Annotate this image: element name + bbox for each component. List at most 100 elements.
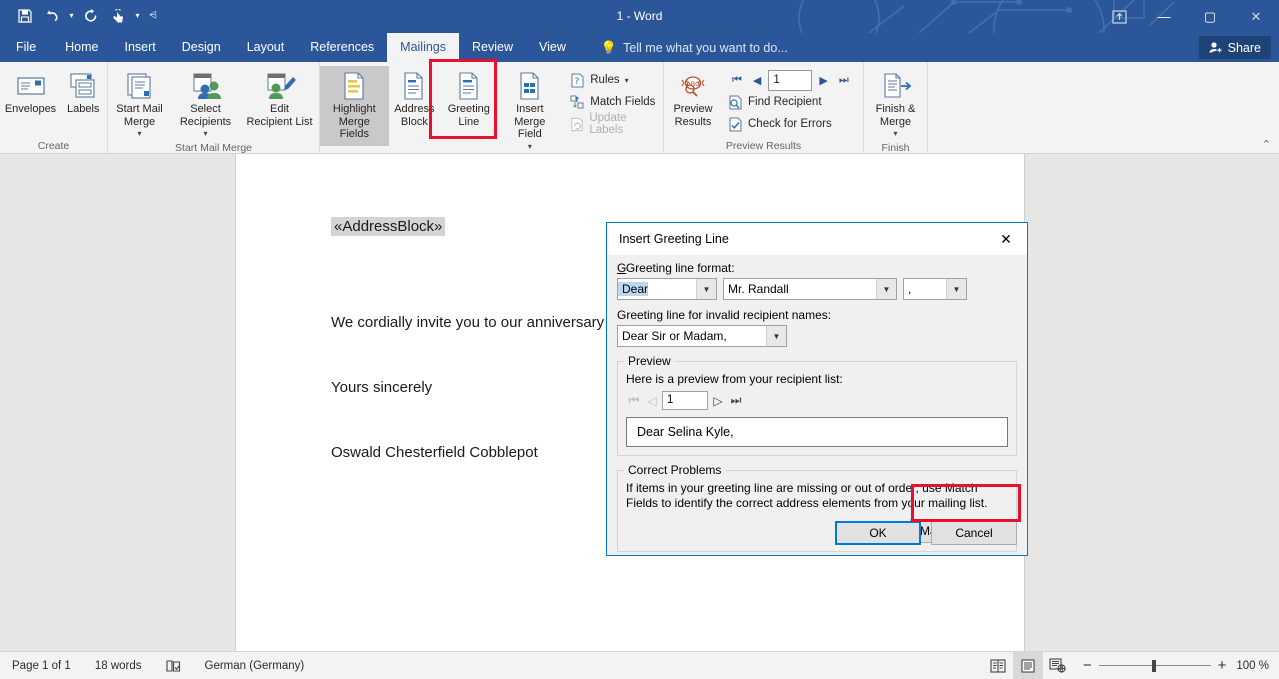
greeting-punctuation-combo[interactable]: , ▼ — [903, 278, 967, 300]
cancel-button[interactable]: Cancel — [931, 521, 1017, 545]
tell-me-search[interactable]: 💡 Tell me what you want to do... — [579, 33, 788, 62]
check-for-errors-button[interactable]: Check for Errors — [724, 113, 857, 135]
touch-mode-dropdown-icon[interactable]: ▾ — [132, 3, 143, 29]
next-record-icon[interactable]: ▶ — [815, 74, 831, 87]
correct-problems-group-title: Correct Problems — [624, 463, 726, 477]
maximize-button[interactable]: ▢ — [1187, 0, 1233, 33]
zoom-level[interactable]: 100 % — [1236, 660, 1279, 672]
insert-merge-field-dropdown-icon[interactable]: ▾ — [528, 141, 532, 154]
invalid-names-value: Dear Sir or Madam, — [622, 329, 727, 343]
status-bar-right: − + 100 % — [983, 651, 1279, 679]
greeting-salutation-value: Dear — [618, 282, 649, 296]
dialog-title: Insert Greeting Line — [619, 232, 729, 246]
greeting-name-combo[interactable]: Mr. Randall ▼ — [723, 278, 897, 300]
tab-layout[interactable]: Layout — [234, 33, 298, 62]
save-icon[interactable] — [12, 3, 38, 29]
page-indicator[interactable]: Page 1 of 1 — [0, 652, 83, 679]
preview-prev-record-icon: ◁ — [647, 393, 657, 408]
share-label: Share — [1227, 40, 1261, 55]
chevron-down-icon[interactable]: ▼ — [766, 326, 786, 346]
invalid-names-combo[interactable]: Dear Sir or Madam, ▼ — [617, 325, 787, 347]
previous-record-icon[interactable]: ◀ — [749, 74, 765, 87]
start-mail-merge-button[interactable]: Start Mail Merge ▾ — [109, 66, 171, 141]
preview-next-record-icon[interactable]: ▷ — [710, 394, 726, 408]
find-recipient-button[interactable]: Find Recipient — [724, 91, 857, 113]
zoom-slider-thumb[interactable] — [1151, 659, 1156, 672]
zoom-slider[interactable] — [1098, 659, 1211, 672]
close-icon[interactable]: ✕ — [985, 231, 1027, 248]
tab-mailings[interactable]: Mailings — [387, 33, 460, 62]
minimize-button[interactable]: — — [1141, 0, 1187, 33]
read-mode-icon[interactable] — [983, 652, 1013, 679]
close-button[interactable]: ✕ — [1233, 0, 1279, 33]
preview-group: Preview Here is a preview from your reci… — [617, 354, 1017, 456]
greeting-format-label-text: Greeting line format: — [625, 261, 735, 275]
rules-button[interactable]: ? Rules ▾ — [566, 69, 663, 91]
start-mail-merge-dropdown-icon[interactable]: ▾ — [137, 128, 141, 141]
correct-problems-text: If items in your greeting line are missi… — [626, 481, 988, 510]
rules-label: Rules — [590, 74, 620, 86]
check-for-errors-label: Check for Errors — [748, 118, 832, 130]
ribbon: Envelopes Labels Create Start Mail Merge… — [0, 62, 1279, 166]
start-mail-merge-label: Start Mail Merge — [116, 103, 163, 128]
address-block-field[interactable]: «AddressBlock» — [331, 217, 446, 236]
tab-references[interactable]: References — [297, 33, 387, 62]
highlight-merge-fields-button[interactable]: Highlight Merge Fields — [320, 66, 389, 146]
customize-qat-icon[interactable]: ⩤ — [144, 3, 162, 29]
share-button[interactable]: Share — [1198, 36, 1271, 59]
chevron-down-icon[interactable]: ▼ — [696, 279, 716, 299]
envelopes-button[interactable]: Envelopes — [1, 66, 60, 116]
find-recipient-label: Find Recipient — [748, 96, 822, 108]
tab-insert[interactable]: Insert — [112, 33, 169, 62]
ribbon-group-start-mail-merge: Start Mail Merge ▾ Select Recipients ▾ E… — [108, 62, 320, 154]
match-fields-ribbon-button[interactable]: Match Fields — [566, 91, 663, 113]
greeting-line-button[interactable]: Greeting Line — [440, 66, 497, 128]
first-record-icon[interactable]: ⏮ — [728, 74, 746, 87]
select-recipients-dropdown-icon[interactable]: ▾ — [203, 128, 207, 141]
tab-review[interactable]: Review — [459, 33, 526, 62]
word-count[interactable]: 18 words — [83, 652, 154, 679]
tab-design[interactable]: Design — [169, 33, 234, 62]
tell-me-placeholder: Tell me what you want to do... — [623, 40, 788, 55]
tab-home[interactable]: Home — [52, 33, 111, 62]
update-labels-button: Update Labels — [566, 112, 663, 136]
edit-recipient-list-button[interactable]: Edit Recipient List — [241, 66, 319, 128]
address-block-button[interactable]: Address Block — [389, 66, 441, 128]
ok-button-label: OK — [869, 526, 887, 540]
greeting-salutation-combo[interactable]: Dear ▼ — [617, 278, 717, 300]
tab-file[interactable]: File — [0, 33, 53, 62]
dialog-body: GGreeting line format: Dear ▼ Mr. Randal… — [607, 255, 1027, 552]
chevron-up-icon[interactable]: ⌃ — [1262, 138, 1271, 151]
tab-view[interactable]: View — [526, 33, 579, 62]
preview-last-record-icon[interactable]: ⏭ — [728, 393, 744, 408]
preview-results-button[interactable]: ABC Preview Results — [664, 66, 722, 128]
ok-button[interactable]: OK — [835, 521, 921, 545]
zoom-out-button[interactable]: − — [1083, 657, 1092, 674]
web-layout-icon[interactable] — [1043, 652, 1073, 679]
redo-icon[interactable] — [78, 3, 104, 29]
chevron-down-icon[interactable]: ▼ — [946, 279, 966, 299]
finish-and-merge-dropdown-icon[interactable]: ▾ — [893, 128, 897, 141]
envelope-icon — [15, 69, 47, 103]
proofing-errors-icon[interactable] — [154, 652, 193, 679]
last-record-icon[interactable]: ⏭ — [835, 74, 853, 87]
touch-mode-icon[interactable] — [105, 3, 131, 29]
window-title: 1 - Word — [616, 9, 663, 23]
zoom-in-button[interactable]: + — [1218, 657, 1227, 674]
undo-dropdown-icon[interactable]: ▾ — [66, 3, 77, 29]
finish-and-merge-button[interactable]: Finish & Merge ▾ — [865, 66, 927, 141]
language-indicator[interactable]: German (Germany) — [193, 652, 317, 679]
select-recipients-button[interactable]: Select Recipients ▾ — [171, 66, 241, 141]
record-number-input[interactable]: 1 — [768, 69, 813, 91]
chevron-down-icon[interactable]: ▼ — [876, 279, 896, 299]
insert-merge-field-button[interactable]: Insert Merge Field ▾ — [497, 66, 562, 153]
write-insert-small-buttons: ? Rules ▾ Match Fields Update Labels — [566, 66, 663, 136]
rules-dropdown-icon[interactable]: ▾ — [625, 76, 629, 85]
rules-icon: ? — [571, 73, 584, 87]
invitation-text: We cordially invite you to our anniversa… — [331, 314, 605, 331]
print-layout-icon[interactable] — [1012, 651, 1043, 679]
labels-button[interactable]: Labels — [60, 66, 106, 116]
undo-icon[interactable] — [39, 3, 65, 29]
ribbon-display-options-icon[interactable] — [1097, 0, 1141, 33]
preview-record-input[interactable]: 1 — [662, 391, 708, 410]
